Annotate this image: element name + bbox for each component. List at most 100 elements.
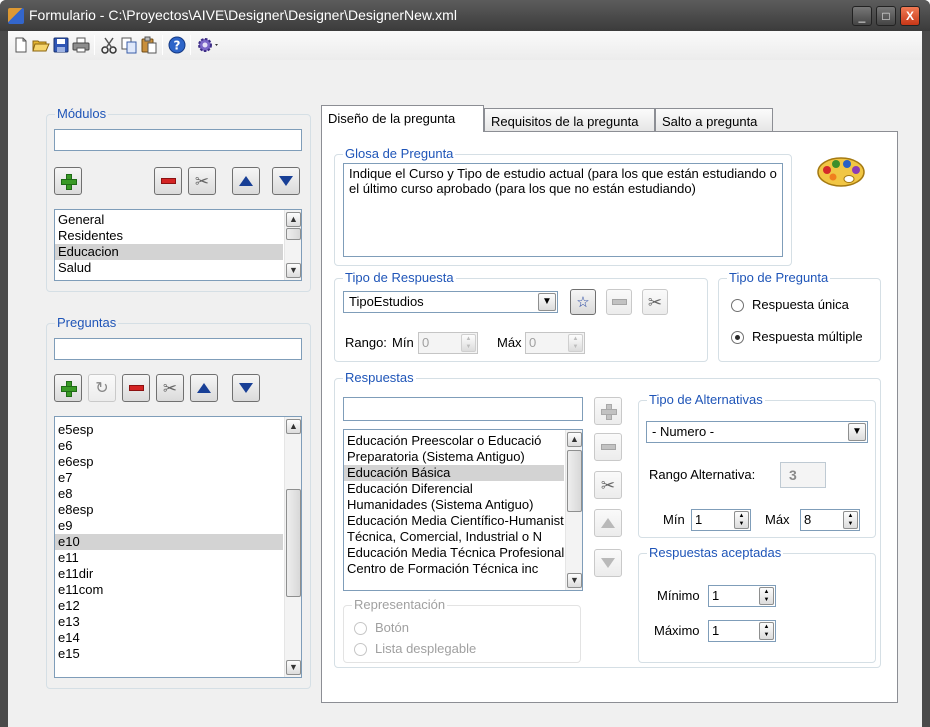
edit-question-button[interactable]: ✂ <box>156 374 184 402</box>
scroll-up-icon[interactable]: ▲ <box>567 432 582 447</box>
modulos-scrollbar[interactable]: ▲ ▼ <box>284 210 301 280</box>
move-module-down-button[interactable] <box>272 167 300 195</box>
tab-requisitos[interactable]: Requisitos de la pregunta <box>484 108 655 131</box>
list-item[interactable]: e7 <box>55 470 283 486</box>
list-item[interactable]: e13 <box>55 614 283 630</box>
edit-type-button[interactable]: ✂ <box>642 289 668 315</box>
print-icon[interactable] <box>72 36 90 54</box>
scroll-thumb[interactable] <box>286 489 301 597</box>
list-item[interactable]: e11 <box>55 550 283 566</box>
minimize-button[interactable]: _ <box>852 6 872 26</box>
radio-respuesta-multiple[interactable] <box>731 331 744 344</box>
alt-max-spinner[interactable]: 8 ▲ ▼ <box>800 509 860 531</box>
paste-icon[interactable] <box>140 36 158 54</box>
preguntas-scrollbar[interactable]: ▲ ▼ <box>284 417 301 677</box>
spinner-arrows-icon[interactable]: ▲ ▼ <box>843 511 858 529</box>
list-item[interactable]: Humanidades (Sistema Antiguo) <box>344 497 564 513</box>
list-item[interactable]: e11dir <box>55 566 283 582</box>
list-item[interactable]: e15 <box>55 646 283 662</box>
delete-question-button[interactable] <box>122 374 150 402</box>
list-item[interactable]: e14 <box>55 630 283 646</box>
chevron-down-icon[interactable]: ▼ <box>538 293 556 311</box>
list-item[interactable]: e6esp <box>55 454 283 470</box>
radio-respuesta-unica[interactable] <box>731 299 744 312</box>
tipo-respuesta-select[interactable]: TipoEstudios ▼ <box>343 291 558 313</box>
tab-salto[interactable]: Salto a pregunta <box>655 108 773 131</box>
cut-icon[interactable] <box>100 36 118 54</box>
maximize-button[interactable]: □ <box>876 6 896 26</box>
copy-icon[interactable] <box>120 36 138 54</box>
list-item[interactable]: Técnica, Comercial, Industrial o N <box>344 529 564 545</box>
radio-lista-desplegable[interactable] <box>354 643 367 656</box>
list-item[interactable]: Educación Básica <box>344 465 564 481</box>
respuestas-scrollbar[interactable]: ▲ ▼ <box>565 430 582 590</box>
scroll-up-icon[interactable]: ▲ <box>286 419 301 434</box>
list-item[interactable]: Educación Diferencial <box>344 481 564 497</box>
spinner-arrows-icon[interactable]: ▲ ▼ <box>759 622 774 640</box>
list-item[interactable]: Residentes <box>55 228 283 244</box>
rango-min-spinner[interactable]: 0 ▲ ▼ <box>418 332 478 354</box>
edit-answer-button[interactable]: ✂ <box>594 471 622 499</box>
scroll-thumb[interactable] <box>567 450 582 512</box>
tab-diseno[interactable]: Diseño de la pregunta <box>321 105 484 132</box>
list-item[interactable]: e12 <box>55 598 283 614</box>
delete-type-button[interactable] <box>606 289 632 315</box>
list-item[interactable]: e6 <box>55 438 283 454</box>
delete-module-button[interactable] <box>154 167 182 195</box>
scroll-down-icon[interactable]: ▼ <box>567 573 582 588</box>
list-item[interactable]: e5esp <box>55 422 283 438</box>
rango-max-spinner[interactable]: 0 ▲ ▼ <box>525 332 585 354</box>
move-answer-down-button[interactable] <box>594 549 622 577</box>
add-question-button[interactable] <box>54 374 82 402</box>
list-item[interactable]: e9 <box>55 518 283 534</box>
alt-min-spinner[interactable]: 1 ▲ ▼ <box>691 509 751 531</box>
scroll-thumb[interactable] <box>286 228 301 240</box>
spinner-arrows-icon[interactable]: ▲ ▼ <box>759 587 774 605</box>
new-icon[interactable] <box>12 36 30 54</box>
preguntas-search-input[interactable] <box>54 338 302 360</box>
list-item[interactable]: Educacion <box>55 244 283 260</box>
close-button[interactable]: X <box>900 6 920 26</box>
preguntas-list[interactable]: e5esp e6 e6esp e7 e8 e8esp e9 e10 e11 e11dir e11co… <box>54 416 302 678</box>
settings-icon[interactable] <box>196 36 222 54</box>
palette-icon[interactable] <box>816 152 866 190</box>
list-item[interactable]: e8 <box>55 486 283 502</box>
list-item[interactable]: e11com <box>55 582 283 598</box>
list-item[interactable]: Preparatoria (Sistema Antiguo) <box>344 449 564 465</box>
list-item[interactable]: Educación Preescolar o Educació <box>344 433 564 449</box>
list-item[interactable]: Educación Media Técnica Profesional <box>344 545 564 561</box>
list-item[interactable]: Educación Media Científico-Humanista <box>344 513 564 529</box>
list-item[interactable]: Centro de Formación Técnica inc <box>344 561 564 577</box>
list-item[interactable]: General <box>55 212 283 228</box>
radio-boton[interactable] <box>354 622 367 635</box>
aceptadas-min-spinner[interactable]: 1 ▲ ▼ <box>708 585 776 607</box>
modulos-search-input[interactable] <box>54 129 302 151</box>
open-icon[interactable] <box>32 36 50 54</box>
scroll-down-icon[interactable]: ▼ <box>286 660 301 675</box>
scroll-down-icon[interactable]: ▼ <box>286 263 301 278</box>
respuestas-search-input[interactable] <box>343 397 583 421</box>
spinner-arrows-icon[interactable]: ▲ ▼ <box>568 334 583 352</box>
move-module-up-button[interactable] <box>232 167 260 195</box>
move-answer-up-button[interactable] <box>594 509 622 537</box>
save-icon[interactable] <box>52 36 70 54</box>
help-icon[interactable]: ? <box>168 36 186 54</box>
list-item[interactable]: Salud <box>55 260 283 276</box>
respuesta-unica-label[interactable]: Respuesta única <box>752 297 849 313</box>
delete-answer-button[interactable] <box>594 433 622 461</box>
edit-module-button[interactable]: ✂ <box>188 167 216 195</box>
chevron-down-icon[interactable]: ▼ <box>848 423 866 441</box>
move-question-up-button[interactable] <box>190 374 218 402</box>
add-answer-button[interactable] <box>594 397 622 425</box>
respuesta-multiple-label[interactable]: Respuesta múltiple <box>752 329 863 345</box>
scroll-up-icon[interactable]: ▲ <box>286 212 301 227</box>
add-module-button[interactable] <box>54 167 82 195</box>
list-item[interactable]: e10 <box>55 534 283 550</box>
spinner-arrows-icon[interactable]: ▲ ▼ <box>734 511 749 529</box>
move-question-down-button[interactable] <box>232 374 260 402</box>
favorite-type-button[interactable]: ☆ <box>570 289 596 315</box>
tipo-alternativas-select[interactable]: - Numero - ▼ <box>646 421 868 443</box>
modulos-list[interactable]: General Residentes Educacion Salud ▲ ▼ <box>54 209 302 281</box>
list-item[interactable]: e8esp <box>55 502 283 518</box>
link-question-button[interactable]: ↻ <box>88 374 116 402</box>
